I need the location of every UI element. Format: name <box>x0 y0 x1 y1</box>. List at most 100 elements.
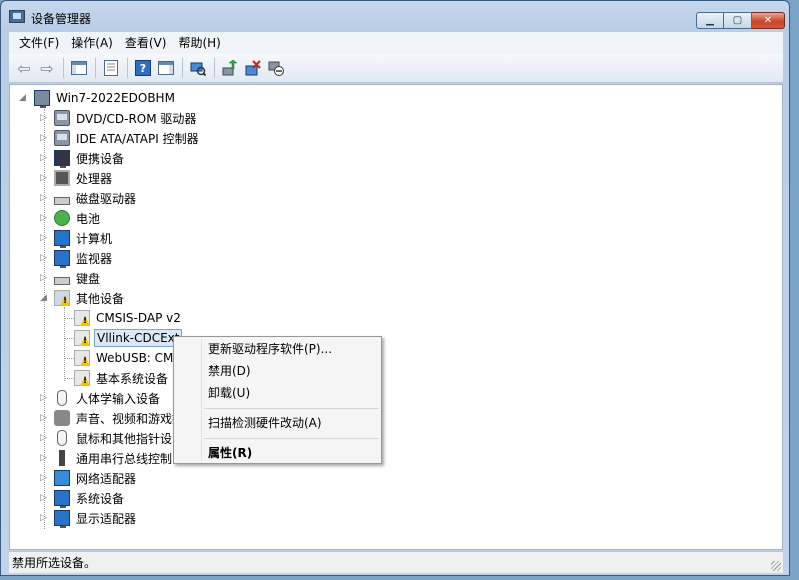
close-button[interactable]: ✕ <box>752 12 785 29</box>
expand-arrow-icon[interactable]: ▷ <box>40 394 49 403</box>
device-tree[interactable]: ◢ Win7-2022EDOBHM ▷ DVD/CD-ROM 驱动器 ▷ IDE… <box>9 84 783 550</box>
monitor-icon <box>54 250 70 268</box>
expand-arrow-icon[interactable]: ▷ <box>40 454 49 463</box>
collapse-arrow-icon[interactable]: ◢ <box>40 294 49 303</box>
status-text: 禁用所选设备。 <box>12 556 97 570</box>
menu-help[interactable]: 帮助(H) <box>172 33 226 53</box>
battery-icon <box>54 210 70 226</box>
expand-arrow-icon[interactable]: ▷ <box>40 174 49 183</box>
help-icon[interactable]: ? <box>132 57 154 79</box>
menu-properties[interactable]: 属性(R) <box>176 442 379 464</box>
properties-sheet-icon[interactable] <box>100 57 122 79</box>
tree-item-label: 鼠标和其他指针设 <box>76 431 173 446</box>
expand-arrow-icon[interactable]: ▷ <box>40 254 49 263</box>
tree-item-keyboard[interactable]: ▷ 键盘 <box>40 268 102 288</box>
title-bar[interactable]: 设备管理器 ▁ ▢ ✕ <box>1 1 789 31</box>
tree-item-label: CMSIS-DAP v2 <box>96 311 181 325</box>
processor-icon <box>54 170 70 186</box>
mouse-icon <box>57 430 67 446</box>
expand-arrow-icon[interactable]: ▷ <box>40 414 49 423</box>
tree-item-dvd[interactable]: ▷ DVD/CD-ROM 驱动器 <box>40 108 198 128</box>
tree-item-ide[interactable]: ▷ IDE ATA/ATAPI 控制器 <box>40 128 201 148</box>
menu-uninstall[interactable]: 卸载(U) <box>176 382 379 404</box>
usb-icon <box>59 450 65 466</box>
expand-arrow-icon[interactable]: ▷ <box>40 154 49 163</box>
tree-item-mouse[interactable]: ▷ 鼠标和其他指针设 <box>40 428 174 448</box>
tree-item-label: 便携设备 <box>76 151 125 166</box>
ide-controller-icon <box>54 130 70 146</box>
tree-item-usb[interactable]: ▷ 通用串行总线控制 <box>40 448 174 468</box>
forward-arrow-icon[interactable]: ⇨ <box>36 57 58 79</box>
tree-item-hid[interactable]: ▷ 人体学输入设备 <box>40 388 162 408</box>
tree-guide-line <box>64 358 74 359</box>
computer-icon <box>54 230 70 248</box>
tree-item-disk[interactable]: ▷ 磁盘驱动器 <box>40 188 138 208</box>
tree-guide-line <box>64 318 74 319</box>
tree-item-label-selected: Vllink-CDCExt <box>94 329 183 347</box>
tree-root[interactable]: ◢ Win7-2022EDOBHM <box>18 88 177 108</box>
tree-item-label: 磁盘驱动器 <box>76 191 137 206</box>
expand-arrow-icon[interactable]: ▷ <box>40 234 49 243</box>
menu-update-driver[interactable]: 更新驱动程序软件(P)... <box>176 338 379 360</box>
expand-arrow-icon[interactable]: ▷ <box>40 434 49 443</box>
minimize-button[interactable]: ▁ <box>696 12 724 29</box>
tree-item-label: 其他设备 <box>76 291 125 306</box>
collapse-arrow-icon[interactable]: ◢ <box>19 94 28 103</box>
uninstall-device-icon[interactable] <box>242 57 264 79</box>
unknown-device-icon <box>54 290 70 306</box>
portable-device-icon <box>54 150 70 168</box>
tree-item-label: 监视器 <box>76 251 113 266</box>
toolbar-separator <box>127 58 128 78</box>
tree-item-base-system-device[interactable]: 基本系统设备 <box>74 368 170 388</box>
expand-arrow-icon[interactable]: ▷ <box>40 514 49 523</box>
maximize-button[interactable]: ▢ <box>724 12 752 29</box>
menu-file[interactable]: 文件(F) <box>13 33 65 53</box>
tree-item-system[interactable]: ▷ 系统设备 <box>40 488 126 508</box>
tree-item-label: 基本系统设备 <box>96 371 169 386</box>
expand-arrow-icon[interactable]: ▷ <box>40 274 49 283</box>
tree-item-label: 显示适配器 <box>76 511 137 526</box>
display-adapter-icon <box>54 510 70 528</box>
tree-item-battery[interactable]: ▷ 电池 <box>40 208 102 228</box>
tree-item-sound[interactable]: ▷ 声音、视频和游戏控 <box>40 408 186 428</box>
computer-icon <box>34 90 50 108</box>
expand-arrow-icon[interactable]: ▷ <box>40 134 49 143</box>
tree-item-vllink-cdcext[interactable]: Vllink-CDCExt <box>74 328 183 348</box>
tree-item-label: 处理器 <box>76 171 113 186</box>
tree-item-label: 键盘 <box>76 271 101 286</box>
tree-item-portable[interactable]: ▷ 便携设备 <box>40 148 126 168</box>
disable-device-icon[interactable] <box>265 57 287 79</box>
expand-arrow-icon[interactable]: ▷ <box>40 214 49 223</box>
tree-item-cmsis-dap[interactable]: CMSIS-DAP v2 <box>74 308 183 328</box>
menu-action[interactable]: 操作(A) <box>65 33 119 53</box>
tree-item-label: IDE ATA/ATAPI 控制器 <box>76 131 199 146</box>
tree-item-display[interactable]: ▷ 显示适配器 <box>40 508 138 528</box>
show-hide-console-tree-icon[interactable] <box>68 57 90 79</box>
expand-arrow-icon[interactable]: ▷ <box>40 114 49 123</box>
context-menu: 更新驱动程序软件(P)... 禁用(D) 卸载(U) 扫描检测硬件改动(A) 属… <box>173 336 382 464</box>
tree-item-label: 电池 <box>76 211 101 226</box>
tree-item-processor[interactable]: ▷ 处理器 <box>40 168 114 188</box>
tree-item-network[interactable]: ▷ 网络适配器 <box>40 468 138 488</box>
tree-item-computer[interactable]: ▷ 计算机 <box>40 228 114 248</box>
tree-item-label: 网络适配器 <box>76 471 137 486</box>
tree-item-webusb[interactable]: WebUSB: CMS <box>74 348 183 368</box>
tree-item-monitor[interactable]: ▷ 监视器 <box>40 248 114 268</box>
warning-device-icon <box>74 330 90 346</box>
expand-arrow-icon[interactable]: ▷ <box>40 494 49 503</box>
toolbar-separator <box>182 58 183 78</box>
menu-scan-hardware[interactable]: 扫描检测硬件改动(A) <box>176 412 379 434</box>
menu-disable[interactable]: 禁用(D) <box>176 360 379 382</box>
show-hide-action-pane-icon[interactable] <box>155 57 177 79</box>
expand-arrow-icon[interactable]: ▷ <box>40 194 49 203</box>
warning-device-icon <box>74 310 90 326</box>
system-device-icon <box>54 490 70 508</box>
update-driver-icon[interactable] <box>219 57 241 79</box>
tree-item-other-devices[interactable]: ◢ 其他设备 <box>40 288 126 308</box>
scan-hardware-icon[interactable] <box>187 57 209 79</box>
menu-view[interactable]: 查看(V) <box>119 33 173 53</box>
tree-guide-line <box>64 338 74 339</box>
expand-arrow-icon[interactable]: ▷ <box>40 474 49 483</box>
back-arrow-icon[interactable]: ⇦ <box>13 57 35 79</box>
resize-grip-icon[interactable] <box>771 561 781 571</box>
